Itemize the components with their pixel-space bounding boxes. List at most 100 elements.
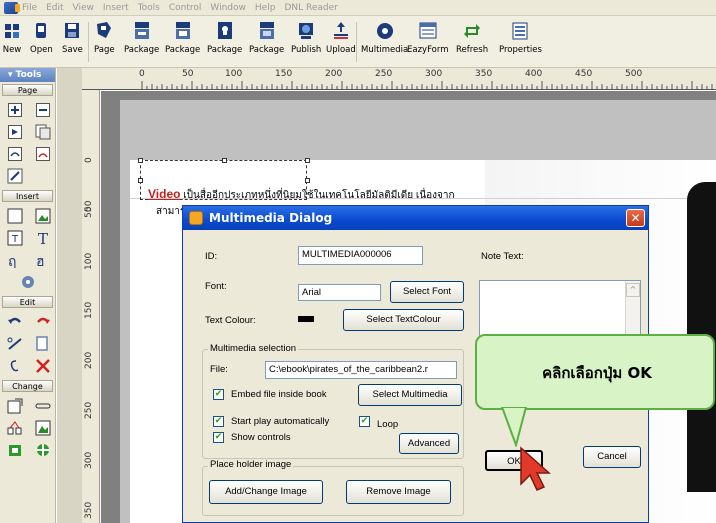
properties-button[interactable]: Properties — [499, 20, 542, 55]
svg-text:ฮ: ฮ — [36, 254, 45, 268]
page-tool-copy-icon[interactable] — [33, 123, 53, 141]
menu-insert[interactable]: Insert — [103, 3, 129, 13]
change-background-icon[interactable] — [5, 441, 25, 459]
loop-checkbox[interactable]: ✔ — [359, 416, 370, 427]
ruler-left-label: 100 — [84, 252, 94, 270]
new-icon — [2, 20, 22, 42]
cancel-button[interactable]: Cancel — [583, 446, 641, 468]
ruler-top-label: 250 — [375, 69, 393, 79]
redo-icon[interactable] — [33, 313, 53, 331]
page-button[interactable]: Page — [94, 20, 115, 55]
insert-rectangle-icon[interactable] — [5, 207, 25, 225]
package-button-4[interactable]: Package — [249, 20, 284, 55]
show-controls-checkbox[interactable]: ✔ — [213, 432, 224, 443]
font-field[interactable]: Arial — [298, 284, 381, 301]
embed-file-label: Embed file inside book — [231, 389, 327, 400]
selection-handle[interactable] — [138, 178, 143, 183]
select-font-button[interactable]: Select Font — [390, 281, 464, 303]
change-align-icon[interactable] — [5, 419, 25, 437]
package-button-2[interactable]: Package — [165, 20, 200, 55]
start-automatically-label: Start play automatically — [231, 416, 330, 427]
menu-view[interactable]: View — [73, 3, 94, 13]
package-icon — [132, 20, 152, 42]
select-multimedia-button[interactable]: Select Multimedia — [358, 384, 462, 406]
selection-handle[interactable] — [305, 178, 310, 183]
menu-edit[interactable]: Edit — [46, 3, 63, 13]
ruler-left-label: 150 — [84, 301, 94, 319]
insert-text-effect-icon[interactable]: ฤ — [5, 251, 25, 269]
select-text-colour-button[interactable]: Select TextColour — [343, 309, 464, 331]
publish-icon — [296, 20, 316, 42]
menu-control[interactable]: Control — [169, 3, 202, 13]
insert-image-icon[interactable] — [33, 207, 53, 225]
copy-icon[interactable] — [33, 335, 53, 353]
svg-text:T: T — [11, 234, 19, 245]
change-link-icon[interactable] — [33, 397, 53, 415]
change-image-icon[interactable] — [33, 419, 53, 437]
change-rotate-icon[interactable] — [33, 441, 53, 459]
menu-file[interactable]: File — [22, 3, 37, 13]
close-icon[interactable]: ✕ — [626, 209, 645, 227]
menu-tools[interactable]: Tools — [138, 3, 160, 13]
dialog-title-bar[interactable]: Multimedia Dialog — [183, 206, 648, 230]
file-path-field[interactable]: C:\ebook\pirates_of_the_caribbean2.r — [265, 361, 457, 379]
page-tool-minus-icon[interactable] — [33, 101, 53, 119]
add-change-image-button[interactable]: Add/Change Image — [209, 480, 323, 504]
ruler-left-label: 200 — [84, 351, 94, 369]
eazyform-button[interactable]: EazyForm — [407, 20, 448, 55]
insert-table-icon[interactable]: ฮ — [33, 251, 53, 269]
menu-help[interactable]: Help — [255, 3, 276, 13]
package-icon — [257, 20, 277, 42]
selection-handle[interactable] — [305, 158, 310, 163]
embed-file-checkbox[interactable]: ✔ — [213, 389, 224, 400]
ruler-left-label: 0 — [84, 157, 94, 163]
ruler-left-label: 350 — [84, 501, 94, 519]
ruler-top-label: 50 — [182, 69, 194, 79]
cut-icon[interactable] — [5, 335, 25, 353]
ruler-left-label: 300 — [84, 451, 94, 469]
change-frame-icon[interactable] — [5, 397, 25, 415]
ruler-left: 50 0 50 100 150 200 250 300 350 — [82, 90, 100, 523]
upload-button[interactable]: Upload — [326, 20, 356, 55]
page-tool-plus-icon[interactable] — [5, 101, 25, 119]
package-button-3[interactable]: Package — [207, 20, 242, 55]
refresh-button[interactable]: Refresh — [456, 20, 488, 55]
section-page: Page — [2, 84, 53, 96]
package-button-1[interactable]: Package — [124, 20, 159, 55]
ruler-left-label: 250 — [84, 401, 94, 419]
insert-text-icon[interactable]: T — [33, 229, 53, 247]
menu-dnl-reader[interactable]: DNL Reader — [284, 3, 337, 13]
insert-textbox-icon[interactable]: T — [5, 229, 25, 247]
menu-window[interactable]: Window — [210, 3, 246, 13]
instruction-callout: คลิกเลือกปุ่ม OK — [475, 334, 715, 410]
delete-icon[interactable] — [33, 357, 53, 375]
advanced-button[interactable]: Advanced — [399, 433, 459, 454]
publish-button[interactable]: Publish — [291, 20, 321, 55]
paste-icon[interactable] — [5, 357, 25, 375]
insert-multimedia-icon[interactable] — [5, 273, 51, 291]
open-button[interactable]: Open — [30, 20, 53, 55]
tools-panel-header[interactable]: ▾ Tools — [0, 68, 55, 82]
save-button[interactable]: Save — [62, 20, 83, 55]
remove-image-button[interactable]: Remove Image — [346, 480, 451, 504]
text-colour-label: Text Colour: — [205, 315, 256, 326]
page-tool-delete-icon[interactable] — [33, 145, 53, 163]
selection-handle[interactable] — [138, 158, 143, 163]
toolbar: New Open Save Page Package Package Packa… — [0, 16, 716, 68]
callout-text: คลิกเลือกปุ่ม OK — [542, 364, 652, 382]
upload-icon — [331, 20, 351, 42]
page-text-keyword: Video — [148, 187, 181, 201]
new-button[interactable]: New — [2, 20, 22, 55]
page-tool-next-icon[interactable] — [5, 123, 25, 141]
start-automatically-checkbox[interactable]: ✔ — [213, 416, 224, 427]
undo-icon[interactable] — [5, 313, 25, 331]
selection-handle[interactable] — [222, 158, 227, 163]
page-tool-flip-icon[interactable] — [5, 145, 25, 163]
multimedia-button[interactable]: Multimedia — [361, 20, 408, 55]
panel-splitter[interactable] — [57, 68, 82, 523]
page-tool-properties-icon[interactable] — [5, 167, 25, 185]
show-controls-label: Show controls — [231, 432, 291, 443]
page-text-line-1-rest: เป็นสื่ออีกประเภทหนึ่งที่นิยมใช้ในเทคโนโ… — [180, 190, 455, 201]
scroll-up-icon[interactable]: ^ — [626, 283, 640, 297]
id-field[interactable]: MULTIMEDIA000006 — [298, 246, 423, 265]
